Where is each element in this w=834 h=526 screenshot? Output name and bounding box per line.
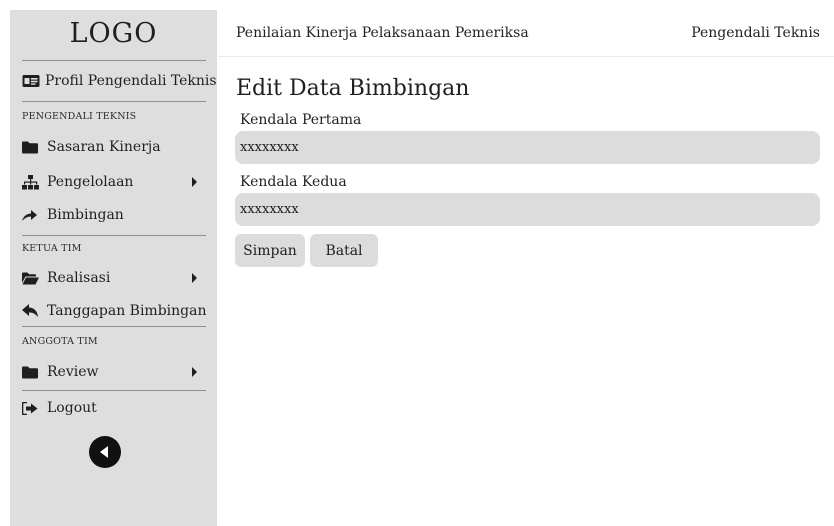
sidebar-item-label: Review — [47, 364, 99, 380]
sidebar-item-realisasi[interactable]: Realisasi — [22, 266, 214, 290]
sign-in-icon — [22, 400, 42, 416]
id-card-icon — [22, 73, 40, 89]
divider — [22, 390, 206, 391]
field-label-kendala-kedua: Kendala Kedua — [240, 174, 347, 190]
sidebar-item-label: Profil Pengendali Teknis — [45, 73, 217, 89]
reply-icon — [22, 303, 42, 319]
cancel-button[interactable]: Batal — [310, 234, 378, 267]
caret-right-icon — [192, 273, 197, 283]
folder-icon — [22, 364, 42, 380]
sidebar-item-review[interactable]: Review — [22, 360, 214, 384]
sidebar-item-bimbingan[interactable]: Bimbingan — [22, 203, 214, 227]
sidebar: LOGO Profil Pengendali Teknis PENGENDALI… — [10, 10, 217, 526]
divider — [22, 326, 206, 327]
sidebar-item-pengelolaan[interactable]: Pengelolaan — [22, 170, 214, 194]
sidebar-item-profil[interactable]: Profil Pengendali Teknis — [22, 69, 217, 93]
caret-right-icon — [192, 367, 197, 377]
sidebar-item-label: Tanggapan Bimbingan — [47, 303, 207, 319]
collapse-sidebar-button[interactable] — [89, 436, 121, 468]
sidebar-item-logout[interactable]: Logout — [22, 396, 214, 420]
folder-open-icon — [22, 270, 42, 286]
sitemap-icon — [22, 174, 42, 190]
app-title: Penilaian Kinerja Pelaksanaan Pemeriksa — [236, 25, 529, 41]
section-label-pengendali: PENGENDALI TEKNIS — [22, 111, 137, 122]
sidebar-item-label: Realisasi — [47, 270, 111, 286]
sidebar-item-tanggapan-bimbingan[interactable]: Tanggapan Bimbingan — [22, 299, 214, 323]
logo: LOGO — [69, 18, 158, 49]
divider — [22, 235, 206, 236]
field-label-kendala-pertama: Kendala Pertama — [240, 112, 362, 128]
sidebar-item-label: Bimbingan — [47, 207, 124, 223]
sidebar-item-label: Logout — [47, 400, 97, 416]
caret-right-icon — [192, 177, 197, 187]
sidebar-item-label: Sasaran Kinerja — [47, 139, 161, 155]
kendala-kedua-field[interactable] — [235, 193, 820, 226]
kendala-pertama-field[interactable] — [235, 131, 820, 164]
page-title: Edit Data Bimbingan — [236, 76, 470, 101]
divider — [22, 101, 206, 102]
section-label-ketua: KETUA TIM — [22, 243, 82, 254]
user-role: Pengendali Teknis — [691, 25, 820, 41]
save-button[interactable]: Simpan — [235, 234, 305, 267]
sidebar-item-sasaran-kinerja[interactable]: Sasaran Kinerja — [22, 135, 214, 159]
back-circle-icon — [100, 446, 108, 458]
divider — [22, 60, 206, 61]
top-header: Penilaian Kinerja Pelaksanaan Pemeriksa … — [218, 0, 834, 57]
folder-icon — [22, 139, 42, 155]
section-label-anggota: ANGGOTA TIM — [22, 336, 98, 347]
sidebar-item-label: Pengelolaan — [47, 174, 134, 190]
share-arrow-icon — [22, 207, 42, 223]
